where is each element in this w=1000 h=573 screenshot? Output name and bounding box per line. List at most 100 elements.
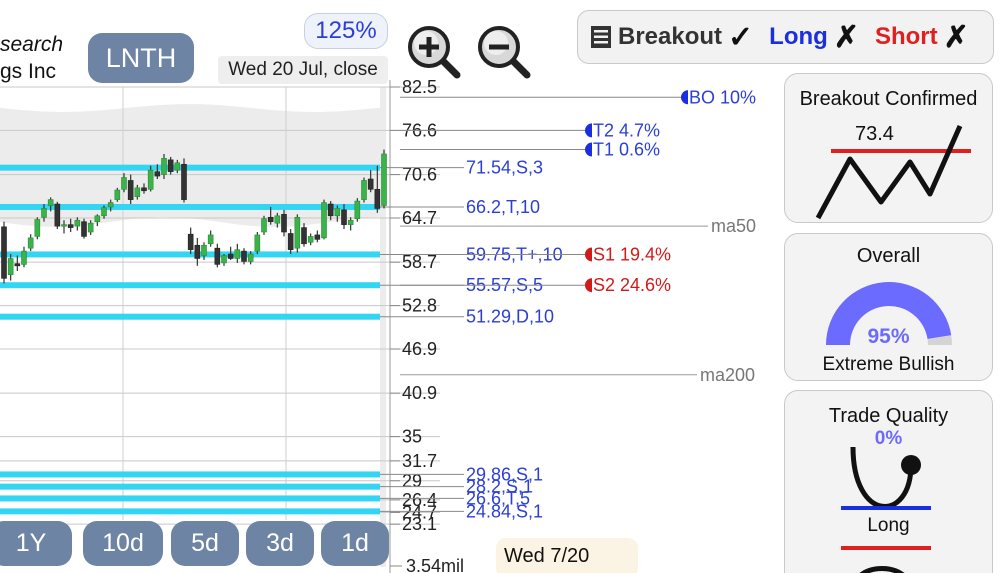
level-label: 66.2,T,10: [466, 197, 540, 217]
price-tick-label: 40.9: [402, 383, 437, 403]
candle-body: [21, 250, 27, 265]
candle-body: [341, 209, 347, 225]
signal-breakout[interactable]: Breakout ✓: [618, 20, 753, 55]
candle-body: [161, 158, 167, 175]
candle-body: [27, 237, 34, 249]
candle-body: [134, 187, 141, 197]
price-tick-label: 52.8: [402, 296, 437, 316]
trade-quality-curve-icon: [841, 446, 931, 573]
candle-body: [114, 189, 121, 200]
candle-body: [247, 253, 254, 262]
stock-analysis-screen: 82.5 76.6 70.6 64.7 58.7 52.8 46.9 40.9 35 31.7 29…: [0, 0, 1000, 573]
target-label: T1 0.6%: [593, 140, 660, 160]
zoom-level[interactable]: 125%: [304, 13, 388, 49]
ma50-label: ma50: [711, 216, 756, 236]
candle-body: [107, 202, 114, 208]
candle-body: [187, 233, 194, 250]
candle-body: [67, 224, 74, 228]
trade-quality-panel[interactable]: Trade Quality 0% Long: [784, 390, 993, 573]
breakout-zigzag-icon: [815, 124, 971, 220]
price-tick-label: 46.9: [402, 339, 437, 359]
candle-body: [14, 263, 21, 267]
ticker-button[interactable]: LNTH: [88, 33, 194, 83]
candle-body: [381, 153, 387, 206]
target-label: S1 19.4%: [593, 244, 671, 264]
period-button-1d[interactable]: 1d: [321, 521, 389, 566]
candle-body: [194, 244, 201, 259]
price-tick-label: 29: [402, 471, 422, 491]
period-button-10d[interactable]: 10d: [83, 521, 163, 566]
candle-body: [261, 218, 267, 233]
level-line: [0, 471, 380, 478]
candle-body: [167, 159, 174, 172]
target-marker-icon: [681, 90, 688, 105]
overall-panel[interactable]: Overall 95% Extreme Bullish: [784, 233, 993, 381]
candle-body: [361, 180, 367, 200]
period-button-1y[interactable]: 1Y: [0, 521, 72, 566]
signal-short-label: Short: [874, 23, 938, 50]
candle-body: [74, 219, 81, 227]
level-label: 71.54,S,3: [466, 158, 543, 178]
candle-body: [7, 258, 14, 275]
zoom-in-icon[interactable]: [404, 22, 462, 80]
zoom-out-icon[interactable]: [474, 22, 532, 80]
candle-body: [1, 226, 7, 279]
price-tick-label: 64.7: [402, 208, 437, 228]
signal-long[interactable]: Long ✗: [769, 20, 859, 55]
price-chart[interactable]: 82.576.670.664.758.752.846.940.93531.729…: [0, 0, 780, 573]
price-tick-label: 82.5: [402, 77, 437, 97]
candle-body: [121, 177, 127, 190]
target-marker-icon: [585, 142, 592, 157]
menu-list-icon[interactable]: [590, 25, 612, 49]
level-line: [0, 164, 380, 171]
candle-body: [54, 203, 61, 227]
candle-body: [327, 203, 334, 217]
candle-body: [154, 171, 161, 177]
signal-bar[interactable]: Breakout ✓ Long ✗ Short ✗: [577, 10, 994, 64]
period-button-3d[interactable]: 3d: [246, 521, 314, 566]
trade-quality-caption: Long: [867, 515, 910, 536]
candle-body: [127, 180, 134, 200]
level-line: [0, 483, 380, 490]
candle-body: [47, 199, 54, 206]
candle-body: [321, 202, 327, 239]
company-name-line1: search: [0, 33, 64, 56]
candle-body: [141, 187, 147, 192]
price-tick-label: 31.7: [402, 451, 437, 471]
candle-body: [287, 233, 294, 250]
candle-body: [367, 178, 374, 190]
candle-body: [81, 221, 87, 237]
level-label: 24.84,S,1: [466, 501, 543, 521]
level-line: [0, 508, 380, 515]
cross-icon: ✗: [833, 20, 859, 54]
candle-body: [234, 249, 241, 259]
period-button-5d[interactable]: 5d: [171, 521, 239, 566]
candle-body: [227, 253, 234, 259]
target-label: BO 10%: [689, 87, 756, 107]
candle-body: [94, 215, 101, 222]
candle-body: [147, 169, 154, 190]
candle-body: [174, 162, 181, 171]
candle-body: [294, 216, 301, 249]
target-marker-icon: [585, 278, 592, 293]
overall-value: 95%: [867, 325, 910, 348]
target-label: T2 4.7%: [593, 120, 660, 140]
company-name-line2: gs Inc: [0, 60, 57, 83]
signal-short[interactable]: Short ✗: [875, 20, 969, 55]
candle-body: [241, 250, 247, 262]
price-tick-label: 23.1: [402, 514, 437, 534]
target-marker-icon: [585, 247, 592, 262]
breakout-panel[interactable]: Breakout Confirmed 73.4: [784, 73, 993, 223]
candle-body: [101, 207, 107, 217]
target-label: S2 24.6%: [593, 275, 671, 295]
candle-body: [207, 234, 214, 245]
candle-body: [301, 227, 307, 245]
signal-long-label: Long: [769, 23, 828, 50]
candle-body: [267, 216, 274, 222]
candle-body: [254, 234, 261, 252]
candle-body: [354, 200, 361, 220]
level-line: [0, 313, 380, 320]
candle-body: [274, 215, 281, 224]
candle-body: [214, 247, 221, 265]
check-icon: ✓: [728, 20, 754, 54]
